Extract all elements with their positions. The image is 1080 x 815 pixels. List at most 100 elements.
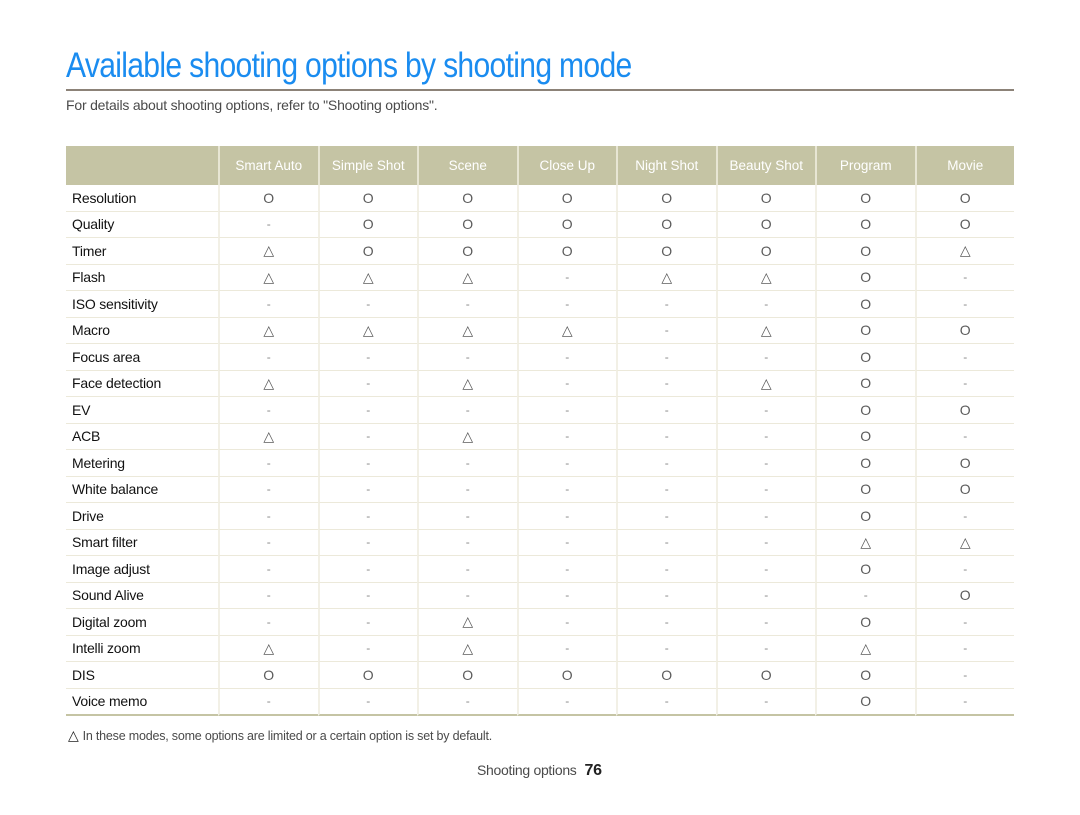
unavailable-dash: - [616,476,716,503]
page-subtitle: For details about shooting options, refe… [66,97,438,113]
unavailable-dash: - [417,529,517,556]
limited-triangle-icon: △ [516,317,616,344]
available-circle-icon: O [815,688,915,716]
unavailable-dash: - [218,556,318,583]
available-circle-icon: O [516,211,616,238]
option-label: Metering [66,450,218,477]
available-circle-icon: O [815,264,915,291]
limited-triangle-icon: △ [218,264,318,291]
unavailable-dash: - [715,344,815,371]
unavailable-dash: - [218,397,318,424]
option-label: Voice memo [66,689,218,716]
unavailable-dash: - [317,609,417,636]
unavailable-dash: - [317,635,417,662]
unavailable-dash: - [516,344,616,371]
unavailable-dash: - [914,344,1014,371]
option-label: DIS [66,662,218,689]
page-title: Available shooting options by shooting m… [66,46,632,85]
limited-triangle-icon: △ [417,370,517,397]
unavailable-dash: - [616,344,716,371]
option-label: Flash [66,265,218,291]
limited-triangle-icon: △ [715,370,815,397]
unavailable-dash: - [516,556,616,583]
limited-triangle-icon: △ [317,317,417,344]
unavailable-dash: - [417,476,517,503]
limited-triangle-icon: △ [914,529,1014,556]
limited-triangle-icon: △ [616,264,716,291]
limited-triangle-icon: △ [417,609,517,636]
available-circle-icon: O [317,238,417,265]
column-header: Beauty Shot [715,146,815,185]
unavailable-dash: - [914,688,1014,716]
available-circle-icon: O [815,211,915,238]
limited-triangle-icon: △ [218,370,318,397]
unavailable-dash: - [616,397,716,424]
column-header: Scene [417,146,517,185]
unavailable-dash: - [417,503,517,530]
limited-triangle-icon: △ [914,238,1014,265]
limited-triangle-icon: △ [218,423,318,450]
column-header: Smart Auto [218,146,318,185]
option-label: Image adjust [66,556,218,583]
limited-triangle-icon: △ [417,423,517,450]
limited-triangle-icon: △ [417,317,517,344]
table-row: Timer △ O O O O O O △ [66,238,1014,265]
unavailable-dash: - [715,423,815,450]
table-row: Metering - - - - - - O O [66,450,1014,477]
available-circle-icon: O [815,291,915,318]
available-circle-icon: O [417,238,517,265]
available-circle-icon: O [815,344,915,371]
unavailable-dash: - [516,397,616,424]
unavailable-dash: - [317,582,417,609]
unavailable-dash: - [616,317,716,344]
unavailable-dash: - [616,609,716,636]
table-row: ISO sensitivity - - - - - - O - [66,291,1014,318]
table-row: Quality - O O O O O O O [66,211,1014,238]
unavailable-dash: - [218,688,318,716]
available-circle-icon: O [516,662,616,689]
unavailable-dash: - [616,291,716,318]
unavailable-dash: - [218,291,318,318]
option-label: Drive [66,503,218,530]
unavailable-dash: - [715,635,815,662]
unavailable-dash: - [317,423,417,450]
unavailable-dash: - [914,609,1014,636]
unavailable-dash: - [516,582,616,609]
option-label: Resolution [66,185,218,212]
available-circle-icon: O [914,582,1014,609]
unavailable-dash: - [317,344,417,371]
unavailable-dash: - [616,423,716,450]
table-row: Voice memo - - - - - - O - [66,688,1014,716]
table-row: White balance - - - - - - O O [66,476,1014,503]
footer-section-link[interactable]: Shooting options [477,762,577,778]
option-label: Intelli zoom [66,636,218,662]
column-header: Close Up [516,146,616,185]
available-circle-icon: O [914,211,1014,238]
unavailable-dash: - [317,556,417,583]
available-circle-icon: O [715,238,815,265]
available-circle-icon: O [815,397,915,424]
option-label: Timer [66,238,218,265]
available-circle-icon: O [914,397,1014,424]
available-circle-icon: O [815,238,915,265]
unavailable-dash: - [218,582,318,609]
table-row: Drive - - - - - - O - [66,503,1014,530]
page-footer: Shooting options 76 [477,762,602,780]
column-header: Night Shot [616,146,716,185]
unavailable-dash: - [317,370,417,397]
unavailable-dash: - [317,503,417,530]
unavailable-dash: - [218,529,318,556]
footnote-text: In these modes, some options are limited… [82,729,493,743]
unavailable-dash: - [516,529,616,556]
table-row: Digital zoom - - △ - - - O - [66,609,1014,636]
limited-triangle-icon: △ [218,238,318,265]
unavailable-dash: - [516,423,616,450]
limited-triangle-icon: △ [715,264,815,291]
available-circle-icon: O [417,211,517,238]
unavailable-dash: - [616,582,716,609]
column-header: Simple Shot [317,146,417,185]
available-circle-icon: O [715,211,815,238]
unavailable-dash: - [516,291,616,318]
limited-triangle-icon: △ [715,317,815,344]
unavailable-dash: - [417,291,517,318]
